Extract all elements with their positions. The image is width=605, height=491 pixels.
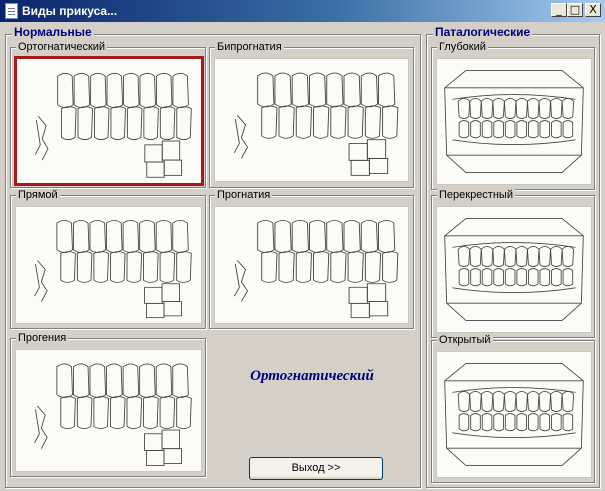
panel-progenia: Прогения xyxy=(10,332,206,477)
panel-prognathia: Прогнатия xyxy=(209,189,414,329)
image-biprognathia[interactable] xyxy=(214,58,409,182)
image-deep[interactable] xyxy=(436,58,592,185)
close-button[interactable]: X xyxy=(585,3,601,17)
panel-label-prognathia: Прогнатия xyxy=(215,189,273,201)
panel-label-progenia: Прогения xyxy=(16,332,69,344)
image-orthognathic[interactable] xyxy=(14,56,204,186)
panel-label-straight: Прямой xyxy=(16,189,60,201)
panel-label-orthognathic: Ортогнатический xyxy=(16,41,108,53)
exit-button[interactable]: Выход >> xyxy=(249,457,383,480)
panel-label-open: Открытый xyxy=(437,334,493,346)
panel-cross: Перекрестный xyxy=(431,189,595,338)
document-icon xyxy=(5,3,18,19)
panel-biprognathia: Бипрогнатия xyxy=(209,41,414,188)
image-straight[interactable] xyxy=(15,206,202,324)
panel-orthognathic: Ортогнатический xyxy=(10,41,206,188)
title-bar: Виды прикуса... _ □ X xyxy=(0,0,605,22)
panel-label-cross: Перекрестный xyxy=(437,189,515,201)
normal-group-title: Нормальные xyxy=(12,25,94,39)
panel-deep: Глубокий xyxy=(431,41,595,190)
panel-straight: Прямой xyxy=(10,189,206,329)
window-title: Виды прикуса... xyxy=(22,4,118,18)
selected-bite-name: Ортогнатический xyxy=(250,368,374,384)
panel-label-biprognathia: Бипрогнатия xyxy=(215,41,284,53)
maximize-button[interactable]: □ xyxy=(567,3,583,17)
pathological-group-title: Паталогические xyxy=(433,25,533,39)
panel-label-deep: Глубокий xyxy=(437,41,488,53)
panel-open: Открытый xyxy=(431,334,595,483)
image-prognathia[interactable] xyxy=(214,206,409,324)
image-cross[interactable] xyxy=(436,206,592,333)
window-client: Нормальные Паталогические Ортогнатически… xyxy=(0,22,605,491)
image-progenia[interactable] xyxy=(15,349,202,472)
image-open[interactable] xyxy=(436,351,592,478)
minimize-button[interactable]: _ xyxy=(551,3,567,17)
